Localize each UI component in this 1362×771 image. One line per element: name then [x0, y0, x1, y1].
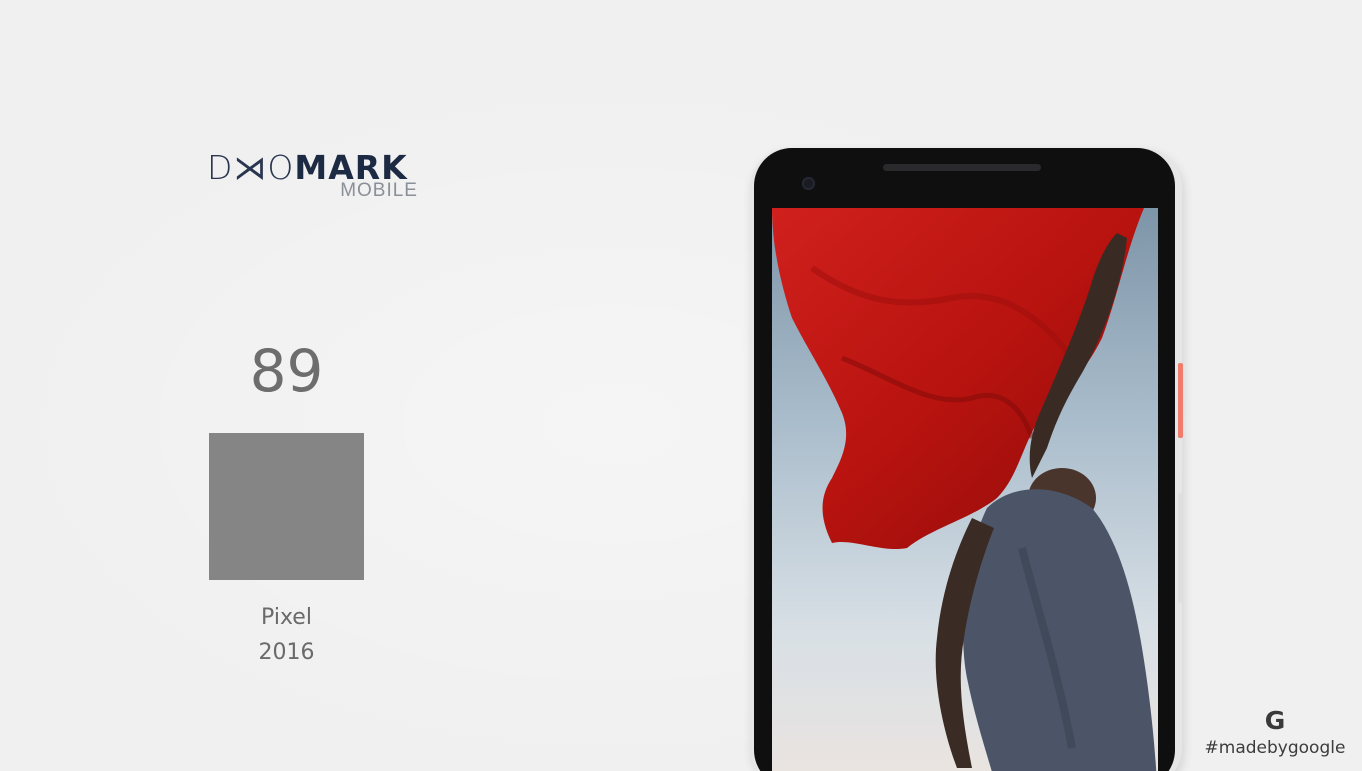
score-bar — [209, 433, 364, 580]
score-value: 89 — [249, 337, 324, 405]
front-camera-icon — [802, 177, 815, 190]
phone-volume-button — [1178, 493, 1182, 603]
logo-subtitle: MOBILE — [340, 180, 418, 201]
phone-power-button — [1178, 363, 1183, 438]
phone-illustration — [750, 148, 1183, 771]
logo-part-thin: D⋊O — [207, 148, 295, 187]
phone-speaker-grille — [883, 164, 1041, 171]
dxomark-mobile-logo: D⋊OMARK MOBILE — [207, 150, 422, 205]
phone-screen-photo — [772, 208, 1158, 771]
device-label: Pixel 2016 — [209, 600, 364, 670]
flag-photo — [772, 208, 1157, 771]
device-year: 2016 — [258, 640, 315, 665]
hashtag-label: #madebygoogle — [1204, 738, 1346, 758]
made-by-google-branding: G #madebygoogle — [1195, 706, 1355, 766]
google-g-logo-icon: G — [1264, 706, 1286, 735]
video-frame: D⋊OMARK MOBILE 89 Pixel 2016 G #madebygo… — [0, 0, 1362, 771]
device-name: Pixel — [261, 605, 312, 630]
